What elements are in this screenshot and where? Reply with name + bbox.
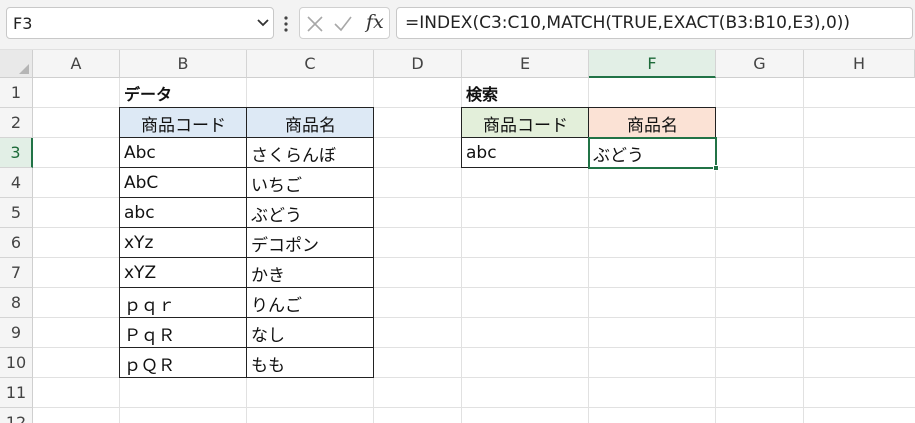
cancel-icon[interactable]: [306, 15, 324, 33]
data-table-divider: [119, 227, 374, 228]
column-header-d[interactable]: D: [374, 50, 462, 78]
data-table-divider: [246, 107, 247, 378]
column-header-g[interactable]: G: [716, 50, 804, 78]
column-header-a[interactable]: A: [33, 50, 120, 78]
select-all-icon: [19, 64, 29, 74]
column-header-e[interactable]: E: [462, 50, 589, 78]
data-table-divider: [119, 347, 374, 348]
row-header-4[interactable]: 4: [0, 168, 33, 198]
data-table-divider: [119, 197, 374, 198]
insert-function-icon[interactable]: fx: [366, 11, 384, 33]
row-header-7[interactable]: 7: [0, 258, 33, 288]
fill-handle[interactable]: [713, 165, 719, 171]
row-header-6[interactable]: 6: [0, 228, 33, 258]
data-section-title[interactable]: データ: [120, 78, 247, 108]
row-header-5[interactable]: 5: [0, 198, 33, 228]
search-section-title[interactable]: 検索: [462, 78, 589, 108]
column-header-h[interactable]: H: [804, 50, 915, 78]
data-table-divider: [119, 287, 374, 288]
name-box[interactable]: F3: [6, 7, 274, 39]
row-header-2[interactable]: 2: [0, 108, 33, 138]
spreadsheet-grid: A B C D E F G H 1 2 3 4 5 6 7 8 9 10 11 …: [0, 50, 915, 423]
data-table-divider: [119, 137, 374, 138]
confirm-check-icon[interactable]: [334, 15, 352, 33]
row-header-9[interactable]: 9: [0, 318, 33, 348]
column-header-c[interactable]: C: [247, 50, 374, 78]
gridline: [803, 78, 804, 423]
chevron-down-icon[interactable]: [257, 18, 269, 28]
row-header-3[interactable]: 3: [0, 138, 33, 168]
select-all-corner[interactable]: [0, 50, 33, 78]
data-table-divider: [119, 257, 374, 258]
column-header-b[interactable]: B: [120, 50, 247, 78]
formula-buttons: fx: [299, 7, 390, 39]
name-box-value: F3: [13, 14, 33, 33]
row-header-11[interactable]: 11: [0, 378, 33, 408]
formula-text: =INDEX(C3:C10,MATCH(TRUE,EXACT(B3:B10,E3…: [405, 13, 851, 33]
column-header-f[interactable]: F: [589, 50, 716, 78]
active-cell-selection: [588, 137, 717, 169]
more-options-icon[interactable]: [283, 14, 289, 34]
formula-input[interactable]: =INDEX(C3:C10,MATCH(TRUE,EXACT(B3:B10,E3…: [396, 7, 913, 39]
row-header-12[interactable]: 12: [0, 408, 33, 423]
row-header-8[interactable]: 8: [0, 288, 33, 318]
data-table-divider: [119, 167, 374, 168]
gridline: [33, 407, 915, 408]
row-header-10[interactable]: 10: [0, 348, 33, 378]
row-header-1[interactable]: 1: [0, 78, 33, 108]
data-table-divider: [119, 317, 374, 318]
formula-bar-area: F3 fx =INDEX(C3:C10,MATCH(TRUE,EXACT(B3:…: [0, 0, 915, 50]
